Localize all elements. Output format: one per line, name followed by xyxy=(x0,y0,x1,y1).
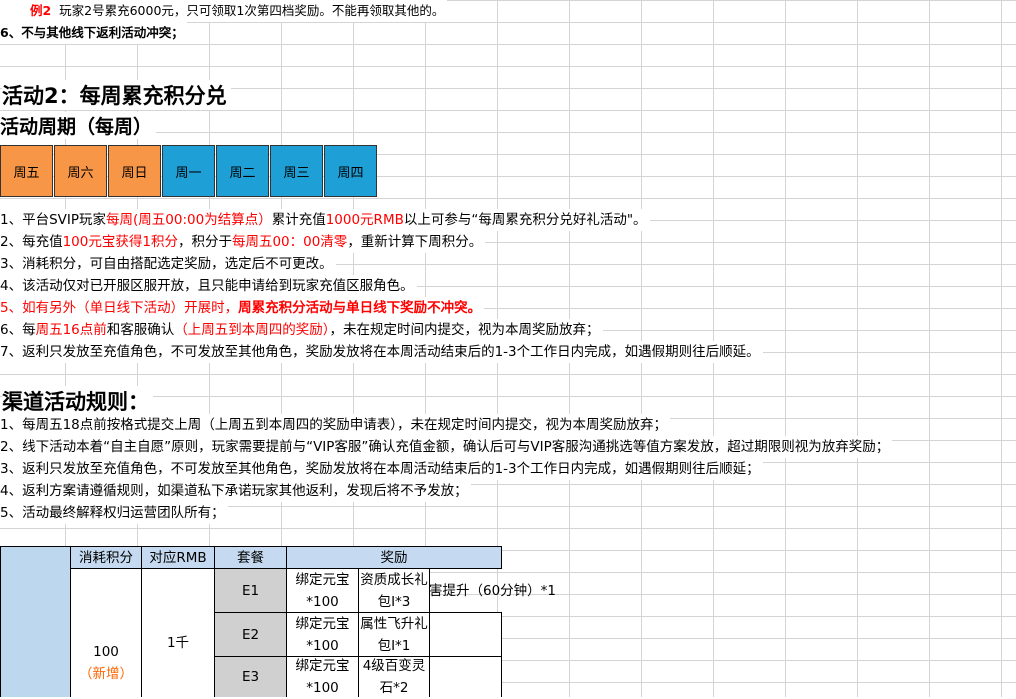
reward-e1-a: 绑定元宝*100 xyxy=(286,568,359,613)
activity-rule-3: 3、消耗积分，可自由搭配选定奖励，选定后不可更改。 xyxy=(0,253,336,275)
activity-rule-1: 1、平台SVIP玩家每周(周五00:00为结算点）累计充值1000元RMB以上可… xyxy=(0,209,650,231)
rmb-cell: 1千 xyxy=(141,568,215,697)
package-e1: E1 xyxy=(214,568,287,613)
package-e3: E3 xyxy=(214,656,287,697)
week-day-tue: 周二 xyxy=(216,145,269,197)
week-day-fri: 周五 xyxy=(0,145,53,197)
activity-title: 活动2：每周累充积分兑 xyxy=(2,80,231,110)
col-header-reward: 奖励 xyxy=(286,546,502,569)
reward-e2-b: 属性飞升礼包I*1 xyxy=(358,612,430,657)
col-header-rmb: 对应RMB xyxy=(141,546,215,569)
rule-6-line: 6、不与其他线下返利活动冲突； xyxy=(0,22,187,44)
channel-rule-3: 3、返利只发放至充值角色，不可发放至其他角色，奖励发放将在本周活动结束后的1-3… xyxy=(0,458,763,480)
channel-rule-1: 1、每周五18点前按格式提交上周（上周五到本周四的奖励申请表），未在规定时间内提… xyxy=(0,414,671,436)
spreadsheet-grid[interactable]: 例2 玩家2号累充6000元，只可领取1次第四档奖励。不能再领取其他的。 6、不… xyxy=(0,0,1016,697)
week-day-sun: 周日 xyxy=(108,145,161,197)
week-day-sat: 周六 xyxy=(54,145,107,197)
week-day-wed: 周三 xyxy=(270,145,323,197)
reward-e1-c: 害提升（60分钟）*1 xyxy=(429,583,557,599)
channel-title: 渠道活动规则： xyxy=(2,386,153,416)
example-line: 例2 玩家2号累充6000元，只可领取1次第四档奖励。不能再领取其他的。 xyxy=(0,0,448,22)
activity-rule-4: 4、该活动仅对已开服区服开放，且只能申请给到玩家充值区服角色。 xyxy=(0,275,417,297)
activity-rule-2: 2、每充值100元宝获得1积分，积分于每周五00：00清零，重新计算下周积分。 xyxy=(0,231,486,253)
channel-rule-2: 2、线下活动本着“自主自愿”原则，玩家需要提前与“VIP客服”确认充值金额，确认… xyxy=(0,436,893,458)
week-day-mon: 周一 xyxy=(162,145,215,197)
reward-e3-a: 绑定元宝*100 xyxy=(286,656,359,697)
table-left-column xyxy=(0,546,71,697)
package-e2: E2 xyxy=(214,612,287,657)
reward-e2-a: 绑定元宝*100 xyxy=(286,612,359,657)
reward-e2-c xyxy=(429,612,502,657)
reward-e3-b: 4级百变灵石*2 xyxy=(358,656,430,697)
channel-rule-4: 4、返利方案请遵循规则，如渠道私下承诺玩家其他返利，发现后将不予发放； xyxy=(0,480,471,502)
activity-rule-5: 5、如有另外（单日线下活动）开展时，周累充积分活动与单日线下奖励不冲突。 xyxy=(0,297,485,319)
col-header-package: 套餐 xyxy=(214,546,287,569)
reward-e3-c xyxy=(429,656,502,697)
channel-rule-5: 5、活动最终解释权归运营团队所有； xyxy=(0,502,228,524)
activity-rule-7: 7、返利只发放至充值角色，不可发放至其他角色，奖励发放将在本周活动结束后的1-3… xyxy=(0,341,763,363)
week-day-thu: 周四 xyxy=(324,145,377,197)
col-header-points: 消耗积分 xyxy=(70,546,142,569)
period-title: 活动周期（每周） xyxy=(0,112,157,139)
points-cell: 100 （新增） xyxy=(70,568,142,697)
reward-e1-b: 资质成长礼包I*3 xyxy=(358,568,430,613)
activity-rule-6: 6、每周五16点前和客服确认（上周五到本周四的奖励），未在规定时间内提交，视为本… xyxy=(0,319,603,341)
